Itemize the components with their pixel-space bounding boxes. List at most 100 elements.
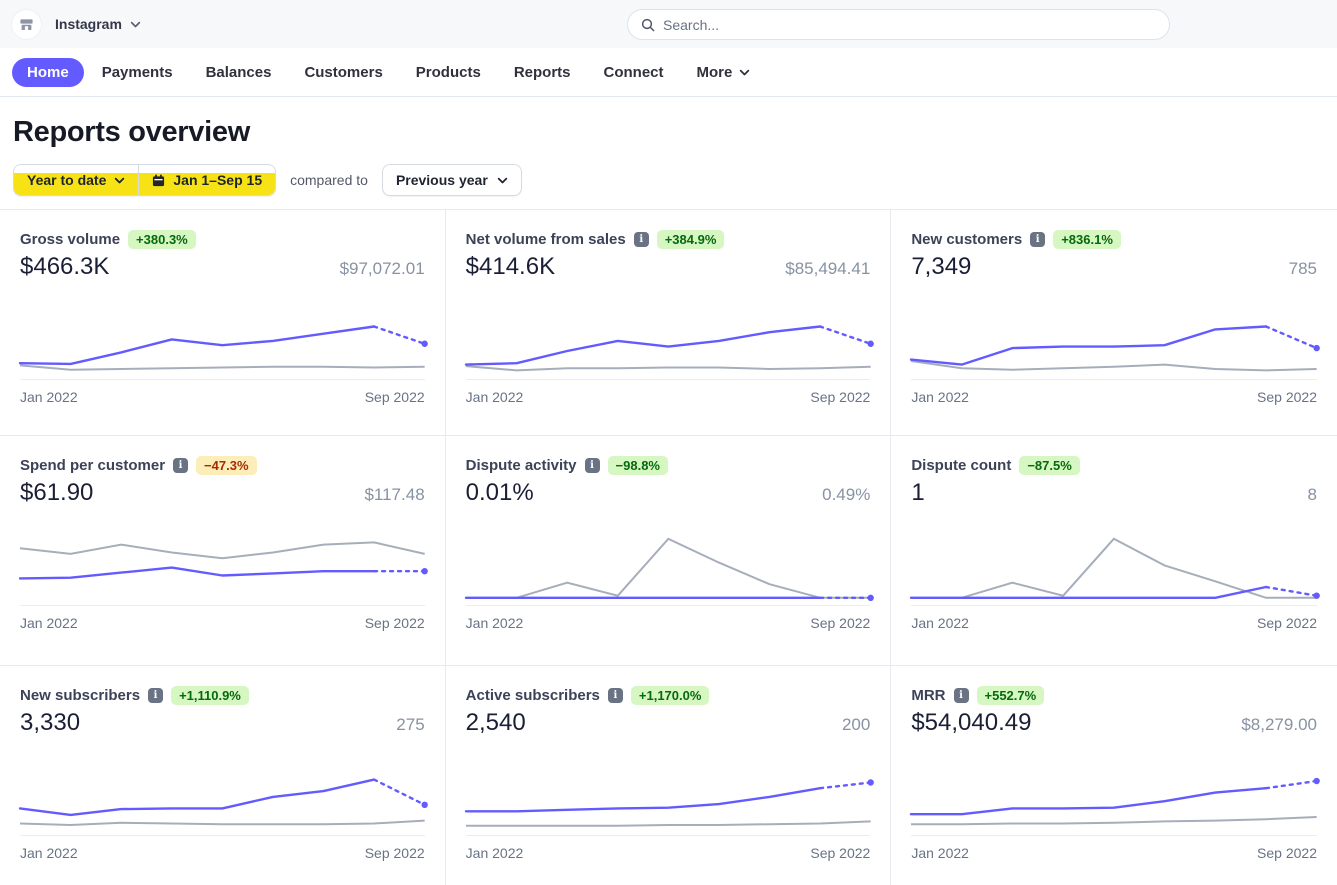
- tab-payments[interactable]: Payments: [87, 58, 188, 87]
- x-axis-start-label: Jan 2022: [20, 389, 78, 405]
- x-axis-start-label: Jan 2022: [20, 845, 78, 861]
- metric-card-header: Spend per customeri−47.3%: [20, 454, 425, 476]
- sparkline-chart[interactable]: [20, 750, 425, 832]
- tab-label: Balances: [206, 64, 272, 81]
- tab-label: Reports: [514, 64, 571, 81]
- info-icon[interactable]: i: [148, 688, 163, 703]
- x-axis-start-label: Jan 2022: [466, 615, 524, 631]
- metric-card: Net volume from salesi+384.9%$414.6K$85,…: [446, 210, 892, 436]
- x-axis-end-label: Sep 2022: [810, 389, 870, 405]
- comparison-value: $117.48: [364, 485, 424, 505]
- search-icon: [641, 18, 655, 32]
- x-axis: Jan 2022 Sep 2022: [20, 379, 425, 405]
- nav-tabs: Home Payments Balances Customers Products Rep…: [0, 48, 1337, 97]
- info-icon[interactable]: i: [1030, 232, 1045, 247]
- sparkline-chart[interactable]: [466, 520, 871, 602]
- comparison-value: 0.49%: [822, 485, 870, 505]
- metric-title: Dispute count: [911, 457, 1011, 474]
- change-badge: +836.1%: [1053, 230, 1121, 249]
- tab-label: Connect: [604, 64, 664, 81]
- metric-value: $414.6K: [466, 253, 555, 281]
- metric-card: Dispute activityi−98.8% 0.01%0.49% Jan 202…: [446, 436, 892, 666]
- metric-value: 7,349: [911, 253, 971, 281]
- chevron-down-icon: [497, 175, 508, 186]
- metric-value: 1: [911, 479, 924, 507]
- info-icon[interactable]: i: [634, 232, 649, 247]
- tab-home[interactable]: Home: [12, 58, 84, 87]
- metric-values: $466.3K$97,072.01: [20, 253, 425, 281]
- metric-values: 0.01%0.49%: [466, 479, 871, 507]
- x-axis-start-label: Jan 2022: [911, 389, 969, 405]
- forecast-endpoint-dot: [867, 595, 873, 601]
- metric-card: Dispute count−87.5%18Jan 2022Sep 2022: [891, 436, 1337, 666]
- sparkline-chart[interactable]: [911, 520, 1317, 602]
- metric-card: Gross volume+380.3% $466.3K$97,072.01 Jan …: [0, 210, 446, 436]
- search-input[interactable]: [663, 17, 1156, 33]
- tab-label: Customers: [304, 64, 382, 81]
- sparkline-chart[interactable]: [911, 750, 1317, 832]
- tab-reports[interactable]: Reports: [499, 58, 586, 87]
- metric-values: 18: [911, 479, 1317, 507]
- metric-values: 2,540 200: [466, 709, 871, 737]
- metric-card: Active subscribersi+1,170.0%2,540200Jan …: [446, 666, 892, 885]
- tab-label: Products: [416, 64, 481, 81]
- info-icon[interactable]: i: [608, 688, 623, 703]
- comparison-value: 8: [1308, 485, 1317, 505]
- x-axis: Jan 2022Sep 2022: [466, 835, 871, 861]
- tab-connect[interactable]: Connect: [589, 58, 679, 87]
- comparison-value: 200: [842, 715, 870, 735]
- info-icon[interactable]: i: [954, 688, 969, 703]
- comparison-value: $85,494.41: [785, 259, 870, 279]
- comparison-label: Previous year: [396, 172, 488, 188]
- tab-more[interactable]: More: [682, 58, 766, 87]
- forecast-endpoint-dot: [1314, 778, 1320, 784]
- sparkline-chart[interactable]: [20, 294, 425, 376]
- forecast-endpoint-dot: [867, 779, 873, 785]
- chevron-down-icon: [130, 19, 141, 30]
- sparkline-chart[interactable]: [20, 520, 425, 602]
- account-switcher[interactable]: Instagram: [55, 16, 141, 32]
- metric-value: $466.3K: [20, 253, 109, 281]
- metric-value: 2,540: [466, 709, 526, 737]
- x-axis-end-label: Sep 2022: [1257, 615, 1317, 631]
- comparison-value: $8,279.00: [1241, 715, 1317, 735]
- account-avatar[interactable]: [12, 10, 41, 39]
- sparkline-chart[interactable]: [911, 294, 1317, 376]
- metric-card: New customersi+836.1%7,349785Jan 2022Sep…: [891, 210, 1337, 436]
- comparison-value: 275: [396, 715, 424, 735]
- tab-customers[interactable]: Customers: [289, 58, 397, 87]
- storefront-icon: [19, 17, 34, 32]
- calendar-icon: [152, 174, 165, 187]
- sparkline-chart[interactable]: [466, 750, 871, 832]
- metric-title: New subscribers: [20, 687, 140, 704]
- main-content: Reports overview Year to date Jan 1–Sep …: [0, 116, 1337, 885]
- account-name: Instagram: [55, 16, 122, 32]
- x-axis-end-label: Sep 2022: [365, 845, 425, 861]
- tab-balances[interactable]: Balances: [191, 58, 287, 87]
- metric-card-header: Dispute activityi−98.8%: [466, 454, 871, 476]
- x-axis-end-label: Sep 2022: [1257, 845, 1317, 861]
- tab-products[interactable]: Products: [401, 58, 496, 87]
- x-axis-end-label: Sep 2022: [810, 845, 870, 861]
- metric-card: Spend per customeri−47.3%$61.90$117.48Ja…: [0, 436, 446, 666]
- comparison-select[interactable]: Previous year: [382, 164, 522, 196]
- metric-card-header: Dispute count−87.5%: [911, 454, 1317, 476]
- metric-value: $54,040.49: [911, 709, 1031, 737]
- sparkline-chart[interactable]: [466, 294, 871, 376]
- forecast-endpoint-dot: [1314, 592, 1320, 598]
- forecast-endpoint-dot: [421, 568, 427, 574]
- metric-value: 3,330: [20, 709, 80, 737]
- info-icon[interactable]: i: [173, 458, 188, 473]
- info-icon[interactable]: i: [585, 458, 600, 473]
- date-range-button[interactable]: Jan 1–Sep 15: [138, 165, 275, 195]
- metric-card-header: Gross volume+380.3%: [20, 228, 425, 250]
- change-badge: +384.9%: [657, 230, 725, 249]
- search-bar[interactable]: [627, 9, 1170, 40]
- x-axis: Jan 2022Sep 2022: [466, 605, 871, 631]
- x-axis: Jan 2022 Sep 2022: [20, 835, 425, 861]
- range-preset-button[interactable]: Year to date: [14, 165, 138, 195]
- date-range-control: Year to date Jan 1–Sep 15: [13, 164, 276, 196]
- x-axis-end-label: Sep 2022: [365, 389, 425, 405]
- range-preset-label: Year to date: [27, 172, 106, 188]
- tab-label: Payments: [102, 64, 173, 81]
